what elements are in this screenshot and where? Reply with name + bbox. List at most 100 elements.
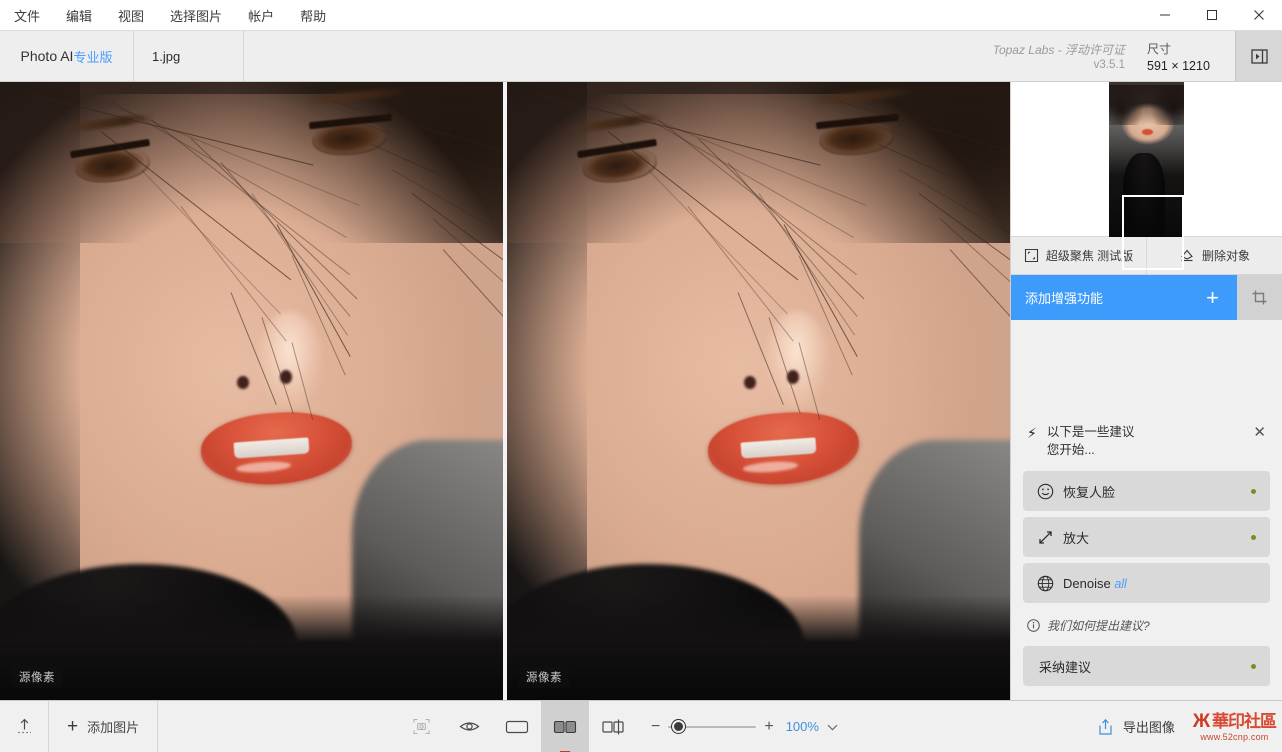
suggestion-upscale-label: 放大 <box>1063 528 1251 547</box>
panel-toggle-button[interactable] <box>1235 31 1282 81</box>
add-images-plus-icon: + <box>67 716 78 738</box>
original-photo <box>0 82 503 700</box>
split-view-button[interactable] <box>541 701 589 752</box>
navigator-thumb-lips <box>1142 129 1153 134</box>
zoom-level-dropdown[interactable]: 100% <box>786 701 844 752</box>
suggestion-denoise[interactable]: Denoise all <box>1023 563 1270 603</box>
image-viewer[interactable]: 源像素 <box>0 82 1010 700</box>
photo-bottom-shade <box>507 595 1010 700</box>
add-enhancement-label: 添加增强功能 <box>1025 288 1206 307</box>
file-tab[interactable]: 1.jpg <box>134 31 244 81</box>
minimize-icon <box>1159 9 1171 21</box>
zoom-slider-handle[interactable] <box>672 720 685 733</box>
suggestion-status-dot <box>1251 489 1256 494</box>
side-by-side-view-button[interactable] <box>589 701 637 752</box>
lightning-icon: ⚡ <box>1027 423 1037 442</box>
single-view-icon <box>505 719 529 735</box>
navigator-viewport-rect[interactable] <box>1122 195 1184 270</box>
menu-item-view[interactable]: 视图 <box>116 3 146 28</box>
photo-bottom-shade <box>0 595 503 700</box>
zoom-out-button[interactable]: − <box>651 718 660 736</box>
info-icon <box>1027 619 1040 632</box>
brand-name: Photo AI <box>21 48 74 64</box>
close-icon <box>1253 9 1265 21</box>
product-bar: Photo AI专业版 1.jpg Topaz Labs - 浮动许可证 v3.… <box>0 31 1282 82</box>
globe-grid-icon <box>1037 575 1063 592</box>
menu-item-edit[interactable]: 编辑 <box>64 3 94 28</box>
share-upload-icon <box>1097 718 1114 736</box>
photo-nose-highlight <box>764 311 829 410</box>
dimension-label: 尺寸 <box>1147 40 1171 57</box>
eye-preview-icon <box>459 719 480 734</box>
how-we-suggest-label: 我们如何提出建议? <box>1047 617 1150 634</box>
subbar-spacer <box>244 31 993 81</box>
navigator-panel[interactable] <box>1011 82 1282 237</box>
suggestions-close-icon[interactable]: ✕ <box>1253 423 1268 440</box>
suggestion-status-dot <box>1251 535 1256 540</box>
license-version: v3.5.1 <box>1094 59 1125 71</box>
main-body: 源像素 <box>0 82 1282 700</box>
crop-tool-button[interactable] <box>1237 275 1282 320</box>
watermark-glyph: Ж <box>1193 712 1209 731</box>
minimize-button[interactable] <box>1141 0 1188 30</box>
upload-icon <box>15 717 34 736</box>
watermark: Ж 華印社區 www.52cnp.com <box>1191 701 1282 752</box>
adopt-status-dot <box>1251 664 1256 669</box>
bottombar-right-spacer <box>844 701 1083 752</box>
suggestion-denoise-text: Denoise <box>1063 576 1111 591</box>
add-enhancement-plus-icon: + <box>1206 287 1223 309</box>
photo-ai-window: 文件 编辑 视图 选择图片 帐户 帮助 <box>0 0 1282 752</box>
suggestions-heading-line1: 以下是一些建议 <box>1047 423 1244 441</box>
how-we-suggest-link[interactable]: 我们如何提出建议? <box>1023 609 1270 644</box>
zoom-level-value: 100% <box>786 719 819 734</box>
titlebar: 文件 编辑 视图 选择图片 帐户 帮助 <box>0 0 1282 31</box>
titlebar-spacer <box>328 0 1141 30</box>
auto-detect-button[interactable] <box>397 701 445 752</box>
suggestion-denoise-suffix: all <box>1114 577 1127 591</box>
side-by-side-view-icon <box>601 719 625 735</box>
zoom-slider[interactable] <box>668 720 756 734</box>
adopt-suggestions-label: 采纳建议 <box>1037 657 1251 676</box>
tab-remove-object-label: 删除对象 <box>1202 247 1250 264</box>
single-view-button[interactable] <box>493 701 541 752</box>
focus-frame-icon <box>1024 248 1039 263</box>
auto-detect-icon <box>412 717 431 736</box>
split-view-icon <box>553 719 577 735</box>
adopt-suggestions-button[interactable]: 采纳建议 <box>1023 646 1270 686</box>
navigator-thumb-hair <box>1109 85 1184 125</box>
viewer-pane-enhanced[interactable]: 源像素 <box>507 82 1010 700</box>
suggestion-restore-face-label: 恢复人脸 <box>1063 482 1251 501</box>
chevron-down-icon <box>827 719 838 734</box>
zoom-control: − + <box>637 701 786 752</box>
suggestion-denoise-label: Denoise all <box>1063 576 1256 591</box>
expand-arrows-icon <box>1037 529 1063 546</box>
license-name: Topaz Labs - 浮动许可证 <box>993 41 1125 58</box>
menu-item-account[interactable]: 帐户 <box>246 3 276 28</box>
suggestion-restore-face[interactable]: 恢复人脸 <box>1023 471 1270 511</box>
watermark-text: 華印社區 <box>1212 713 1276 730</box>
maximize-icon <box>1206 9 1218 21</box>
preview-eye-button[interactable] <box>445 701 493 752</box>
add-enhancement-row: 添加增强功能 + <box>1011 275 1282 320</box>
add-enhancement-button[interactable]: 添加增强功能 + <box>1011 275 1237 320</box>
add-images-button[interactable]: + 添加图片 <box>49 701 158 752</box>
panel-right-toggle-icon <box>1250 47 1269 66</box>
add-images-label: 添加图片 <box>87 717 139 736</box>
close-button[interactable] <box>1235 0 1282 30</box>
menu-item-help[interactable]: 帮助 <box>298 3 328 28</box>
zoom-in-button[interactable]: + <box>764 718 773 736</box>
license-info: Topaz Labs - 浮动许可证 v3.5.1 <box>993 31 1143 81</box>
window-controls <box>1141 0 1282 30</box>
menu-item-file[interactable]: 文件 <box>12 3 42 28</box>
right-sidebar: 超级聚焦 测试版 删除对象 添加增强功能 + <box>1010 82 1282 700</box>
viewer-pane-original[interactable]: 源像素 <box>0 82 503 700</box>
photo-nose-highlight <box>257 311 322 410</box>
export-image-button[interactable]: 导出图像 <box>1083 701 1191 752</box>
suggestion-upscale[interactable]: 放大 <box>1023 517 1270 557</box>
upload-button[interactable] <box>0 701 49 752</box>
image-dimension: 尺寸 591 × 1210 <box>1143 31 1235 81</box>
menu-item-select-image[interactable]: 选择图片 <box>168 3 224 28</box>
brand-label: Photo AI专业版 <box>0 31 134 81</box>
enhanced-photo <box>507 82 1010 700</box>
maximize-button[interactable] <box>1188 0 1235 30</box>
